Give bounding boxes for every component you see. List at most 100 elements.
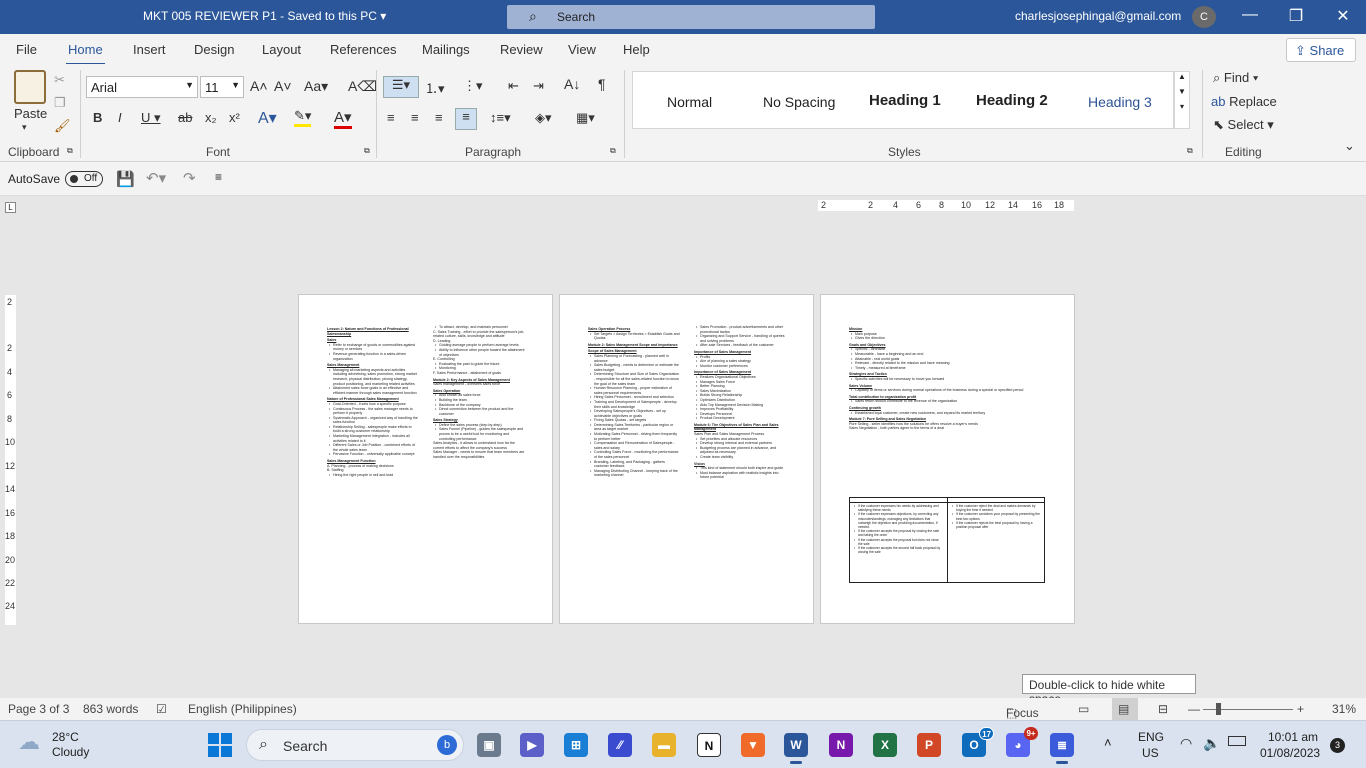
share-button[interactable]: ⇪ Share xyxy=(1286,38,1356,62)
powerpoint-icon[interactable]: P xyxy=(917,733,941,757)
redo-icon[interactable]: ↷ xyxy=(183,169,196,187)
paste-button-label[interactable]: Paste xyxy=(14,106,47,121)
document-title[interactable]: MKT 005 REVIEWER P1 - Saved to this PC ▾ xyxy=(143,9,386,23)
title-search-box[interactable]: ⌕ Search xyxy=(507,5,875,29)
bullets-icon[interactable]: ☰▾ xyxy=(383,76,419,98)
restore-icon[interactable]: ❐ xyxy=(1286,6,1306,26)
app-icon[interactable]: ⁄⁄ xyxy=(608,733,632,757)
windows-start-icon[interactable] xyxy=(208,733,232,757)
page-count[interactable]: Page 3 of 3 xyxy=(8,702,69,716)
style-normal[interactable]: Normal xyxy=(667,94,712,110)
line-spacing-icon[interactable]: ↕≡▾ xyxy=(490,110,511,126)
style-heading-1[interactable]: Heading 1 xyxy=(869,92,941,109)
font-launcher-icon[interactable]: ⧉ xyxy=(364,146,370,156)
find-button[interactable]: ⌕ Find ▾ xyxy=(1213,70,1258,86)
clock-time[interactable]: 10:01 am xyxy=(1268,730,1318,744)
font-name-select[interactable]: Arial ▼ xyxy=(86,76,198,98)
language-bottom[interactable]: US xyxy=(1142,746,1159,760)
font-size-select[interactable]: 11 ▼ xyxy=(200,76,244,98)
style-no-spacing[interactable]: No Spacing xyxy=(763,94,835,110)
vertical-ruler[interactable]: 2 2 4 6 8 10 12 14 16 18 20 22 24 xyxy=(5,295,16,625)
cut-icon[interactable]: ✂ xyxy=(54,72,65,88)
tab-home[interactable]: Home xyxy=(66,42,105,66)
volume-icon[interactable]: 🔈 xyxy=(1203,735,1220,752)
tab-insert[interactable]: Insert xyxy=(133,42,166,57)
app-active-icon[interactable]: ≣ xyxy=(1050,733,1074,764)
outlook-icon[interactable]: O 17 xyxy=(962,727,994,757)
tab-help[interactable]: Help xyxy=(623,42,650,57)
tab-selector-icon[interactable]: L xyxy=(5,202,16,213)
paragraph-launcher-icon[interactable]: ⧉ xyxy=(610,146,616,156)
word-icon[interactable]: W xyxy=(784,733,808,764)
minimize-icon[interactable]: — xyxy=(1240,6,1260,24)
more-styles-icon[interactable]: ▾ xyxy=(1175,102,1189,111)
text-effects-icon[interactable]: A▾ xyxy=(258,108,277,128)
customize-qat-icon[interactable]: ≡ xyxy=(215,170,222,184)
tab-file[interactable]: File xyxy=(16,42,37,57)
borders-icon[interactable]: ▦▾ xyxy=(576,110,595,126)
format-painter-icon[interactable]: 🖌 xyxy=(54,118,71,134)
clock-date[interactable]: 01/08/2023 xyxy=(1260,746,1320,760)
wifi-icon[interactable]: ◠ xyxy=(1180,735,1192,752)
shading-icon[interactable]: ◈▾ xyxy=(535,110,552,126)
language-status[interactable]: English (Philippines) xyxy=(188,702,297,716)
zoom-out-icon[interactable]: — xyxy=(1188,702,1200,716)
tab-design[interactable]: Design xyxy=(194,42,234,57)
subscript-icon[interactable]: x₂ xyxy=(205,110,217,125)
tab-references[interactable]: References xyxy=(330,42,396,57)
tab-mailings[interactable]: Mailings xyxy=(422,42,470,57)
title-dropdown-icon[interactable]: ▾ xyxy=(380,9,386,23)
chevron-up-icon[interactable]: ˄ xyxy=(1104,735,1112,750)
styles-scroll[interactable]: ▲ ▼ ▾ xyxy=(1174,71,1190,129)
paste-dropdown-icon[interactable]: ▾ xyxy=(22,122,27,133)
clipboard-launcher-icon[interactable]: ⧉ xyxy=(67,146,73,156)
chevron-down-icon[interactable]: ▼ xyxy=(1175,87,1189,96)
align-left-icon[interactable]: ≡ xyxy=(387,110,395,125)
bold-icon[interactable]: B xyxy=(93,110,102,125)
shrink-font-icon[interactable]: A˅ xyxy=(274,78,292,94)
increase-indent-icon[interactable]: ⇥ xyxy=(533,78,544,94)
brave-icon[interactable]: ▼ xyxy=(741,733,765,757)
paste-icon[interactable] xyxy=(14,70,46,104)
justify-icon[interactable]: ≡ xyxy=(455,108,477,130)
copy-icon[interactable]: ❐ xyxy=(54,95,66,111)
change-case-icon[interactable]: Aa▾ xyxy=(304,78,328,95)
task-view-icon[interactable]: ▣ xyxy=(477,733,501,757)
grow-font-icon[interactable]: A˄ xyxy=(250,78,268,94)
highlight-icon[interactable]: ✎▾ xyxy=(294,108,312,127)
align-right-icon[interactable]: ≡ xyxy=(435,110,443,125)
font-color-icon[interactable]: A▾ xyxy=(334,108,352,129)
bing-icon[interactable]: b xyxy=(437,735,457,755)
avatar[interactable]: C xyxy=(1192,6,1216,28)
style-heading-3[interactable]: Heading 3 xyxy=(1088,94,1152,110)
tab-review[interactable]: Review xyxy=(500,42,543,57)
save-icon[interactable]: 💾 xyxy=(116,170,135,188)
underline-icon[interactable]: U ▾ xyxy=(141,110,161,126)
numbering-icon[interactable]: ⒈▾ xyxy=(425,78,445,97)
notification-badge[interactable]: 3 xyxy=(1330,738,1345,753)
tab-layout[interactable]: Layout xyxy=(262,42,301,57)
strikethrough-icon[interactable]: ab xyxy=(178,110,192,125)
onenote-icon[interactable]: N xyxy=(829,733,853,757)
user-email[interactable]: charlesjosephingal@gmail.com xyxy=(1015,9,1181,23)
file-explorer-icon[interactable]: ▬ xyxy=(652,733,676,757)
zoom-in-icon[interactable]: + xyxy=(1297,702,1304,716)
superscript-icon[interactable]: x² xyxy=(229,110,240,125)
autosave-toggle[interactable]: Off xyxy=(65,171,103,187)
web-layout-icon[interactable]: ⊟ xyxy=(1158,702,1168,716)
collapse-ribbon-icon[interactable]: ⌄ xyxy=(1344,138,1355,154)
word-count[interactable]: 863 words xyxy=(83,702,138,716)
horizontal-ruler[interactable]: 2 2 4 6 8 10 12 14 16 18 xyxy=(818,200,1074,211)
teams-icon[interactable]: ▶ xyxy=(520,733,544,757)
italic-icon[interactable]: I xyxy=(118,110,122,125)
weather-desc[interactable]: Cloudy xyxy=(52,745,89,759)
battery-icon[interactable] xyxy=(1228,736,1246,746)
close-icon[interactable]: ✕ xyxy=(1333,6,1353,26)
weather-temp[interactable]: 28°C xyxy=(52,730,79,744)
tab-view[interactable]: View xyxy=(568,42,596,57)
show-marks-icon[interactable]: ¶ xyxy=(598,76,606,92)
sort-icon[interactable]: A↓ xyxy=(564,76,580,92)
zoom-slider-thumb[interactable] xyxy=(1216,703,1221,715)
decrease-indent-icon[interactable]: ⇤ xyxy=(508,78,519,94)
document-page-1[interactable]: Lesson 2: Nature and Functions of Profes… xyxy=(298,294,553,624)
